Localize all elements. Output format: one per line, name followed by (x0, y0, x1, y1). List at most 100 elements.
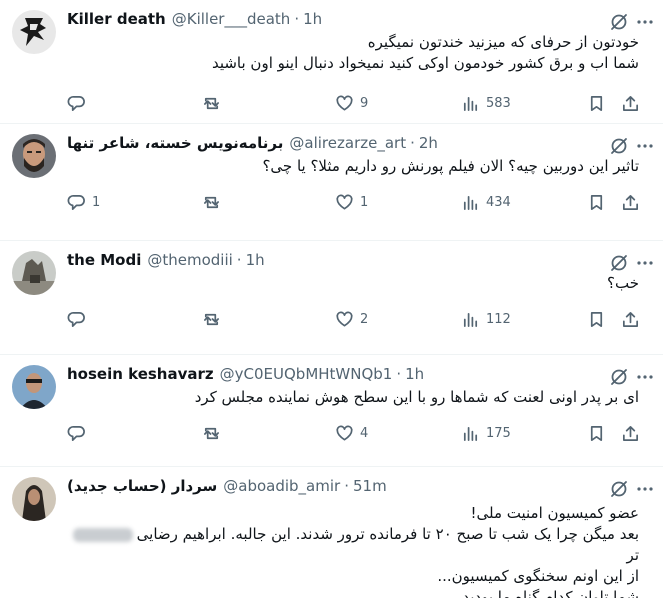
more-options-icon[interactable] (635, 367, 655, 387)
reply-icon (67, 194, 85, 210)
avatar[interactable] (12, 251, 56, 295)
more-options-icon[interactable] (635, 12, 655, 32)
views-chart-icon (463, 195, 478, 210)
views-chart-icon (463, 312, 478, 327)
bookmark-icon (590, 194, 603, 210)
reply-button[interactable] (67, 310, 202, 329)
tweet-text-line: عضو کمیسیون امنیت ملی! (470, 504, 639, 522)
timestamp[interactable]: 1h (405, 365, 424, 383)
avatar[interactable] (12, 10, 56, 54)
heart-icon (336, 95, 353, 111)
like-button[interactable]: 4 (335, 424, 461, 443)
reply-icon (67, 95, 85, 111)
reply-button[interactable] (67, 424, 202, 443)
timestamp[interactable]: 2h (419, 134, 438, 152)
user-handle[interactable]: @themodiii (147, 251, 232, 269)
tweet[interactable]: the Modi @themodiii · 1h خب؟ 2 112 (0, 241, 663, 355)
blurred-redaction (72, 527, 133, 542)
share-icon (622, 425, 639, 441)
views-button[interactable]: 434 (461, 193, 579, 212)
grok-icon[interactable] (609, 12, 629, 32)
views-chart-icon (463, 96, 478, 111)
timestamp[interactable]: 51m (353, 477, 387, 495)
tweet-text-line: خودتون از حرفای که میزنید خندتون نمیگیره (367, 33, 639, 51)
display-name[interactable]: hosein keshavarz (67, 365, 214, 383)
share-icon (622, 95, 639, 111)
tweet-header: Killer death @Killer___death · 1h (67, 8, 649, 30)
bookmark-button[interactable] (587, 94, 621, 113)
share-button[interactable] (621, 94, 641, 113)
tweet-text-line: شما اب و برق کشور خودمون اوکی کنید نمیخو… (211, 54, 639, 72)
tweet-text: خودتون از حرفای که میزنید خندتون نمیگیره… (67, 32, 649, 74)
like-count: 9 (360, 95, 369, 111)
reply-button[interactable]: 1 (67, 193, 202, 212)
like-button[interactable]: 2 (335, 310, 461, 329)
tweet-text: عضو کمیسیون امنیت ملی! بعد میگن چرا یک ش… (67, 503, 649, 598)
bookmark-button[interactable] (587, 424, 621, 443)
avatar[interactable] (12, 477, 56, 521)
tweet-header: hosein keshavarz @yC0EUQbMHtWNQb1 · 1h (67, 363, 649, 385)
grok-icon[interactable] (609, 479, 629, 499)
like-button[interactable]: 9 (335, 94, 461, 113)
bookmark-icon (590, 95, 603, 111)
tweet-text: ای بر پدر اونی لعنت که شماها رو با این س… (67, 387, 649, 408)
separator-dot: · (236, 251, 242, 269)
more-options-icon[interactable] (635, 479, 655, 499)
tweet[interactable]: hosein keshavarz @yC0EUQbMHtWNQb1 · 1h ا… (0, 355, 663, 467)
share-button[interactable] (621, 424, 641, 443)
separator-dot: · (294, 10, 300, 28)
views-button[interactable]: 175 (461, 424, 579, 443)
tweet-text-line: از این اونم سخنگوی کمیسیون... (437, 567, 639, 585)
grok-icon[interactable] (609, 136, 629, 156)
bookmark-button[interactable] (587, 193, 621, 212)
more-options-icon[interactable] (635, 136, 655, 156)
tweet-text-segment: بعد میگن چرا یک شب تا صبح ۲۰ تا فرمانده … (136, 525, 639, 543)
avatar[interactable] (12, 365, 56, 409)
tweet-text: خب؟ (67, 273, 649, 294)
retweet-button[interactable] (202, 94, 335, 113)
retweet-icon (203, 97, 220, 109)
grok-icon[interactable] (609, 253, 629, 273)
retweet-button[interactable] (202, 193, 335, 212)
retweet-icon (203, 196, 220, 208)
tweet-header: the Modi @themodiii · 1h (67, 249, 649, 271)
timestamp[interactable]: 1h (246, 251, 265, 269)
user-handle[interactable]: @aboadib_amir (223, 477, 340, 495)
tweet[interactable]: Killer death @Killer___death · 1h خودتون… (0, 0, 663, 124)
bookmark-button[interactable] (587, 310, 621, 329)
tweet-text-segment: تر (626, 546, 639, 564)
share-button[interactable] (621, 193, 641, 212)
views-button[interactable]: 583 (461, 94, 579, 113)
user-handle[interactable]: @yC0EUQbMHtWNQb1 (220, 365, 393, 383)
tweet-text-line: تاثیر این دوربین چیه؟ الان فیلم پورنش رو… (262, 157, 639, 175)
like-button[interactable]: 1 (335, 193, 461, 212)
retweet-button[interactable] (202, 310, 335, 329)
reply-button[interactable] (67, 94, 202, 113)
user-handle[interactable]: @Killer___death (172, 10, 291, 28)
tweet[interactable]: برنامه‌نویس خسته، شاعر تنها @alirezarze_… (0, 124, 663, 241)
more-options-icon[interactable] (635, 253, 655, 273)
views-count: 175 (486, 425, 511, 441)
avatar[interactable] (12, 134, 56, 178)
share-icon (622, 311, 639, 327)
tweet-text-line: بعد میگن چرا یک شب تا صبح ۲۰ تا فرمانده … (67, 524, 639, 566)
grok-icon[interactable] (609, 367, 629, 387)
like-count: 2 (360, 311, 369, 327)
views-button[interactable]: 112 (461, 310, 579, 329)
tweet-header: برنامه‌نویس خسته، شاعر تنها @alirezarze_… (67, 132, 649, 154)
user-handle[interactable]: @alirezarze_art (289, 134, 406, 152)
like-count: 4 (360, 425, 369, 441)
share-button[interactable] (621, 310, 641, 329)
timestamp[interactable]: 1h (303, 10, 322, 28)
separator-dot: · (410, 134, 415, 152)
display-name[interactable]: سردار (حساب جدید) (67, 477, 217, 495)
views-count: 583 (486, 95, 511, 111)
retweet-button[interactable] (202, 424, 335, 443)
bookmark-icon (590, 425, 603, 441)
display-name[interactable]: برنامه‌نویس خسته، شاعر تنها (67, 134, 283, 152)
display-name[interactable]: the Modi (67, 251, 141, 269)
tweet[interactable]: سردار (حساب جدید) @aboadib_amir · 51m عض… (0, 467, 663, 598)
display-name[interactable]: Killer death (67, 10, 166, 28)
tweet-text-line: خب؟ (607, 274, 639, 292)
separator-dot: · (396, 365, 402, 383)
